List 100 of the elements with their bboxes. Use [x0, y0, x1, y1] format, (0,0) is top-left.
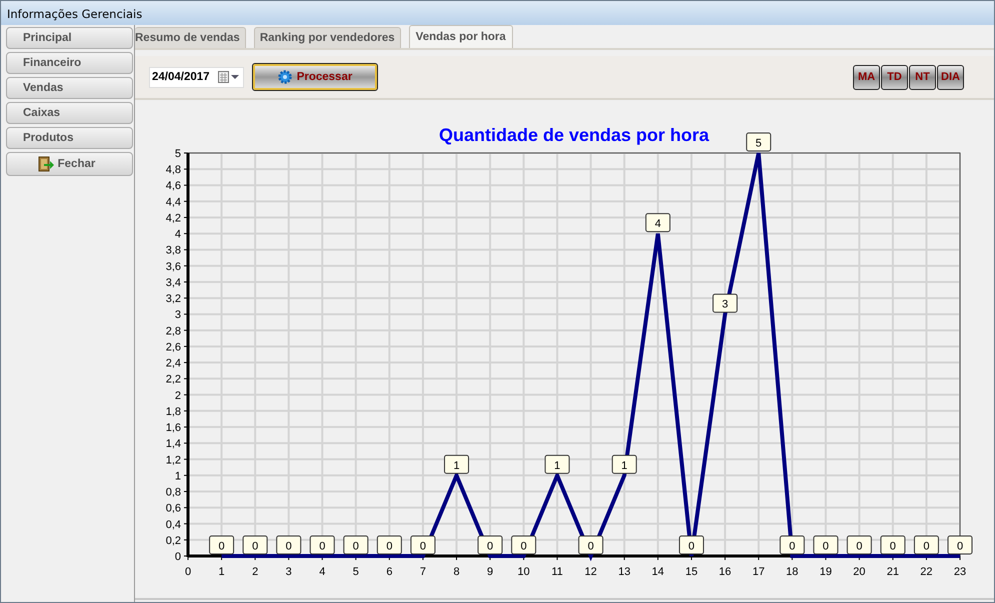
x-tick-label: 21	[886, 566, 899, 578]
data-label: 0	[846, 536, 872, 554]
data-label: 0	[588, 540, 594, 552]
data-label: 0	[376, 536, 402, 554]
y-tick-label: 4,4	[166, 196, 181, 208]
x-tick-label: 18	[786, 566, 798, 578]
data-label: 0	[276, 536, 302, 554]
y-tick-label: 3	[174, 309, 181, 322]
x-tick-label: 13	[618, 566, 630, 578]
data-label: 0	[789, 540, 796, 552]
y-tick-label: 1,2	[166, 454, 181, 466]
data-label: 0	[252, 540, 258, 552]
y-tick-label: 2,6	[166, 341, 181, 354]
data-label: 0	[914, 536, 939, 554]
data-label: 1	[612, 454, 637, 474]
data-label: 1	[444, 454, 470, 474]
x-tick-label: 14	[652, 566, 664, 578]
tab[interactable]: Ranking por vendedores	[254, 27, 401, 48]
y-tick-label: 5	[174, 148, 181, 160]
data-label: 0	[286, 540, 292, 552]
y-tick-label: 0,4	[166, 518, 181, 531]
sidebar-item[interactable]: Principal	[6, 27, 133, 49]
period-button[interactable]: DIA	[937, 64, 964, 90]
data-label: 0	[420, 540, 426, 552]
data-label: 4	[645, 213, 670, 232]
sidebar-item[interactable]: Caixas	[6, 102, 133, 124]
data-label: 0	[511, 536, 536, 554]
data-label: 4	[654, 218, 661, 230]
sidebar-item[interactable]: Vendas	[6, 77, 133, 99]
y-tick-label: 3,6	[166, 260, 181, 273]
y-tick-label: 2,2	[166, 374, 181, 386]
data-label: 0	[242, 536, 268, 554]
tab[interactable]: Resumo de vendas	[135, 27, 246, 48]
y-tick-label: 4	[174, 228, 181, 241]
window-title: Informações Gerenciais	[1, 1, 994, 25]
x-tick-label: 0	[184, 566, 192, 578]
gear-icon	[278, 70, 292, 84]
data-label: 0	[487, 540, 494, 552]
data-label: 3	[712, 294, 738, 313]
y-tick-label: 0,2	[166, 534, 181, 547]
x-tick-label: 3	[286, 566, 292, 578]
x-tick-label: 6	[386, 566, 392, 578]
data-label: 0	[948, 536, 972, 554]
x-tick-label: 1	[218, 566, 225, 578]
data-label: 0	[310, 536, 335, 554]
close-button[interactable]: Fechar	[6, 152, 133, 176]
process-button[interactable]: Processar	[253, 64, 377, 90]
data-label: 0	[520, 540, 527, 552]
data-label: 0	[209, 536, 234, 554]
data-label: 0	[923, 540, 930, 552]
y-tick-label: 0,8	[166, 486, 181, 499]
data-label: 3	[722, 298, 728, 311]
y-tick-label: 0,6	[166, 502, 181, 515]
data-label: 1	[621, 460, 628, 472]
x-tick-label: 23	[954, 566, 966, 578]
calendar-dropdown-icon	[218, 71, 240, 83]
y-tick-label: 4,2	[166, 212, 181, 224]
x-tick-label: 2	[252, 566, 258, 578]
x-tick-label: 20	[853, 566, 866, 578]
x-tick-label: 7	[420, 566, 426, 578]
tab[interactable]: Vendas por hora	[408, 25, 513, 48]
x-tick-label: 5	[352, 566, 359, 578]
sidebar-item[interactable]: Financeiro	[6, 52, 133, 74]
y-tick-label: 0	[174, 551, 181, 563]
y-tick-label: 4,8	[166, 164, 181, 176]
chart-title: Quantidade de vendas por hora	[438, 125, 710, 145]
data-label: 0	[386, 540, 392, 552]
x-tick-label: 19	[820, 566, 832, 578]
data-label: 0	[688, 540, 695, 552]
y-tick-label: 1	[174, 470, 181, 482]
y-tick-label: 1,6	[166, 422, 181, 434]
date-field[interactable]: 24/04/2017	[149, 66, 244, 88]
x-tick-label: 4	[319, 566, 326, 578]
sidebar-item[interactable]: Produtos	[6, 127, 133, 149]
data-label: 0	[822, 540, 829, 552]
period-button[interactable]: NT	[909, 64, 936, 90]
data-label: 0	[578, 536, 604, 554]
y-tick-label: 2,4	[166, 358, 181, 370]
data-label: 0	[780, 536, 805, 554]
data-label: 0	[880, 536, 906, 554]
data-label: 0	[856, 540, 862, 552]
y-tick-label: 3,4	[166, 276, 181, 289]
y-tick-label: 3,2	[166, 293, 181, 306]
y-tick-label: 2,8	[166, 325, 181, 338]
data-label: 0	[956, 540, 964, 552]
data-label: 0	[218, 540, 225, 552]
data-label: 5	[746, 132, 772, 152]
x-tick-label: 10	[518, 566, 530, 578]
data-label: 0	[352, 540, 359, 552]
data-label: 0	[478, 536, 503, 554]
y-tick-label: 3,8	[166, 244, 181, 257]
x-tick-label: 11	[552, 566, 563, 578]
data-label: 0	[678, 536, 704, 554]
data-label: 0	[319, 540, 326, 552]
data-label: 1	[453, 460, 460, 472]
data-label: 5	[756, 138, 762, 150]
period-button[interactable]: MA	[853, 64, 880, 90]
period-button[interactable]: TD	[881, 64, 908, 90]
data-label: 1	[544, 454, 570, 474]
y-tick-label: 4,6	[166, 180, 181, 192]
